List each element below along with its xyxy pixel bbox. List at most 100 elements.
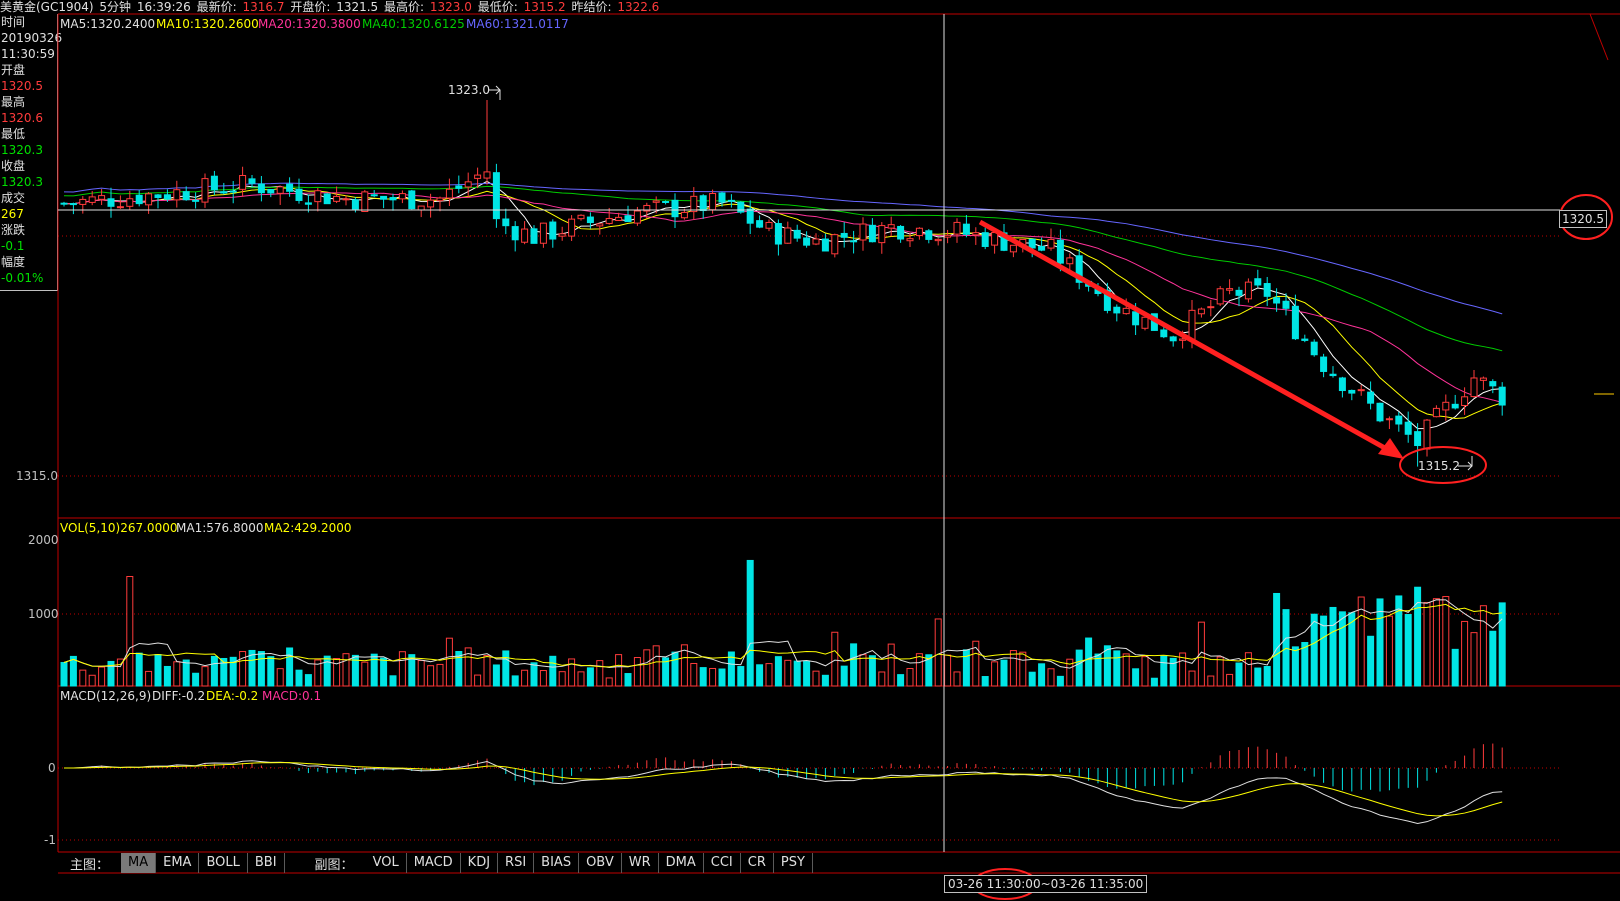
macd-lines <box>63 760 1503 825</box>
candle-body <box>737 201 745 213</box>
candle-body <box>1470 377 1478 398</box>
vol-axis-2000: 2000 <box>28 533 59 547</box>
candle-body <box>1056 239 1064 264</box>
volume-bar <box>539 670 547 687</box>
candle-body <box>812 238 820 245</box>
candle-body <box>690 195 698 213</box>
candle-body <box>1432 407 1440 418</box>
candle-body <box>60 202 68 205</box>
volume-bar <box>831 631 839 687</box>
tab-obv[interactable]: OBV <box>579 853 622 873</box>
kline-chart[interactable]: MA5:1320.2400 MA10:1320.2600 MA20:1320.3… <box>0 0 1620 901</box>
candle-body <box>1461 396 1469 406</box>
candle-body <box>1122 307 1130 315</box>
candle-body <box>850 240 858 243</box>
candle-body <box>192 199 200 202</box>
volume-bar <box>1019 651 1027 687</box>
volume-bar <box>1216 656 1224 687</box>
candle-body <box>1038 246 1046 251</box>
tab-boll[interactable]: BOLL <box>199 853 248 873</box>
tab-dma[interactable]: DMA <box>659 853 704 873</box>
candle-body <box>1329 373 1337 377</box>
candle-body <box>380 195 388 200</box>
volume-bar <box>1423 602 1431 687</box>
macd-axis-0: 0 <box>48 761 56 775</box>
high-mark-label: 1323.0 <box>448 83 490 97</box>
low-mark-arrow <box>1458 456 1473 471</box>
candle-body <box>323 193 331 205</box>
volume-bar <box>1132 668 1140 687</box>
candle-body <box>727 199 735 202</box>
tab-vol[interactable]: VOL <box>366 853 407 873</box>
volume-bar <box>1263 665 1271 687</box>
candle-body <box>1207 306 1215 309</box>
tab-wr[interactable]: WR <box>622 853 659 873</box>
candle-body <box>389 197 397 201</box>
volume-bar <box>1451 648 1459 687</box>
candle-body <box>821 238 829 252</box>
tab-ema[interactable]: EMA <box>156 853 200 873</box>
volume-bar <box>1273 592 1281 687</box>
volume-bar <box>1489 630 1497 687</box>
tab-cci[interactable]: CCI <box>704 853 741 873</box>
candle-body <box>1423 419 1431 450</box>
tab-bias[interactable]: BIAS <box>534 853 580 873</box>
candle-body <box>286 183 294 192</box>
candle-body <box>1367 391 1375 404</box>
volume-bar <box>79 669 87 687</box>
volume-bar <box>1075 649 1083 687</box>
candle-body <box>709 192 717 211</box>
volume-bar <box>126 576 134 687</box>
candle-body <box>1404 421 1412 435</box>
candle-body <box>210 175 218 191</box>
volume-bar <box>304 674 312 687</box>
volume-bar <box>1028 671 1036 687</box>
volume-bar <box>991 661 999 687</box>
candle-body <box>521 228 529 243</box>
candle-body <box>925 230 933 240</box>
tab-bbi[interactable]: BBI <box>248 853 285 873</box>
crosshair-time-range: 03-26 11:30:00~03-26 11:35:00 <box>944 875 1148 893</box>
volume-bar <box>878 671 886 687</box>
tab-ma[interactable]: MA <box>121 853 157 873</box>
candle-body <box>1442 401 1450 411</box>
candle-body <box>304 202 312 205</box>
volume-bar <box>135 652 143 687</box>
vol-axis-1000: 1000 <box>28 607 59 621</box>
volume-bar <box>1244 652 1252 687</box>
candle-body <box>1451 403 1459 409</box>
tab-macd[interactable]: MACD <box>407 853 461 873</box>
volume-bar <box>915 653 923 687</box>
tab-rsi[interactable]: RSI <box>498 853 535 873</box>
candle-body <box>1395 415 1403 425</box>
candle-body <box>972 232 980 236</box>
tab-psy[interactable]: PSY <box>774 853 813 873</box>
volume-bar <box>88 674 96 687</box>
candle-body <box>1244 281 1252 300</box>
volume-bar <box>492 664 500 687</box>
volume-bar <box>60 662 68 687</box>
ma40-legend: MA40:1320.6125 <box>362 17 465 31</box>
volume-bar <box>568 658 576 687</box>
volume-bar <box>944 654 952 687</box>
volume-bar <box>483 655 491 687</box>
volume-bar <box>257 651 265 687</box>
tab-kdj[interactable]: KDJ <box>461 853 499 873</box>
candle-body <box>915 227 923 237</box>
candle-body <box>549 221 557 240</box>
candle-body <box>511 226 519 241</box>
volume-bar <box>1470 632 1478 687</box>
candle-body <box>314 190 322 203</box>
volume-bar <box>596 660 604 687</box>
candle-body <box>1376 402 1384 422</box>
tab-cr[interactable]: CR <box>741 853 774 873</box>
volume-bar <box>69 655 77 687</box>
candle-body <box>1498 386 1506 406</box>
candle-body <box>662 201 670 204</box>
volume-bar <box>1479 605 1487 687</box>
candle-body <box>464 181 472 188</box>
candle-body <box>107 198 115 207</box>
volume-bar <box>1226 673 1234 687</box>
candle-body <box>568 218 576 237</box>
candle-body <box>1197 308 1205 315</box>
